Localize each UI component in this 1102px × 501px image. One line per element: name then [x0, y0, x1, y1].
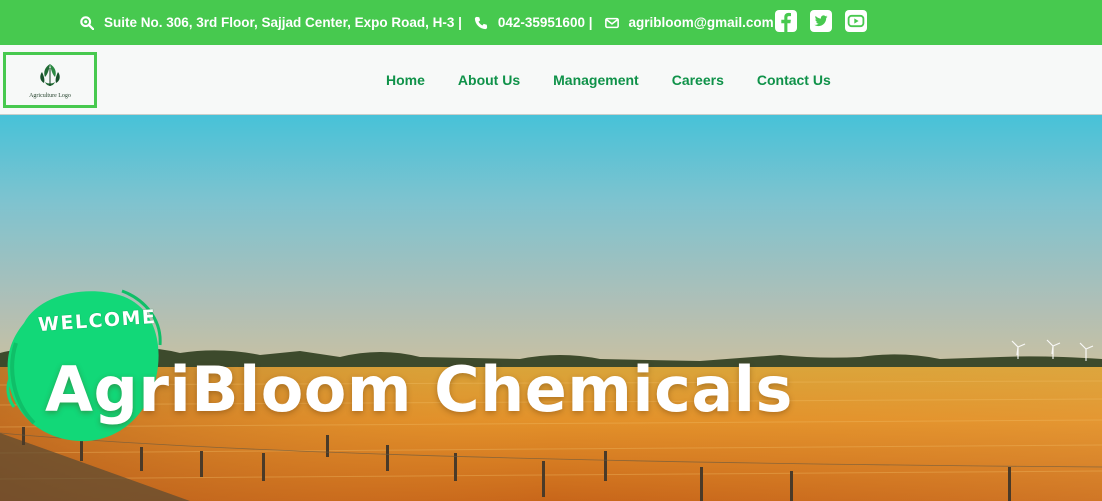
address-item: Suite No. 306, 3rd Floor, Sajjad Center,… [80, 15, 462, 30]
main-navbar: Agriculture Logo Home About Us Managemen… [0, 45, 1102, 115]
leaf-logo-icon [40, 63, 60, 86]
site-logo[interactable]: Agriculture Logo [3, 52, 97, 108]
email-text[interactable]: agribloom@gmail.com [629, 15, 774, 30]
envelope-icon [604, 17, 619, 28]
phone-icon [474, 16, 487, 29]
phone-item[interactable]: 042-35951600 | [474, 15, 593, 30]
email-item[interactable]: agribloom@gmail.com [604, 15, 774, 30]
nav-careers[interactable]: Careers [672, 72, 724, 88]
top-contact-bar: Suite No. 306, 3rd Floor, Sajjad Center,… [0, 0, 1102, 45]
hero-banner: WELCOME AgriBloom Chemicals [0, 115, 1102, 501]
search-location-icon [80, 15, 94, 30]
contact-info: Suite No. 306, 3rd Floor, Sajjad Center,… [80, 0, 774, 45]
nav-contact-us[interactable]: Contact Us [757, 72, 831, 88]
nav-home[interactable]: Home [386, 72, 425, 88]
hero-title: AgriBloom Chemicals [45, 353, 793, 426]
logo-text: Agriculture Logo [29, 92, 71, 99]
address-text: Suite No. 306, 3rd Floor, Sajjad Center,… [104, 15, 462, 30]
youtube-icon[interactable] [844, 9, 868, 33]
twitter-icon[interactable] [809, 9, 833, 33]
social-links [774, 9, 868, 33]
primary-nav: Home About Us Management Careers Contact… [386, 45, 831, 115]
facebook-icon[interactable] [774, 9, 798, 33]
nav-management[interactable]: Management [553, 72, 639, 88]
phone-text[interactable]: 042-35951600 | [498, 15, 593, 30]
wheat-field-background [0, 115, 1102, 501]
nav-about-us[interactable]: About Us [458, 72, 520, 88]
